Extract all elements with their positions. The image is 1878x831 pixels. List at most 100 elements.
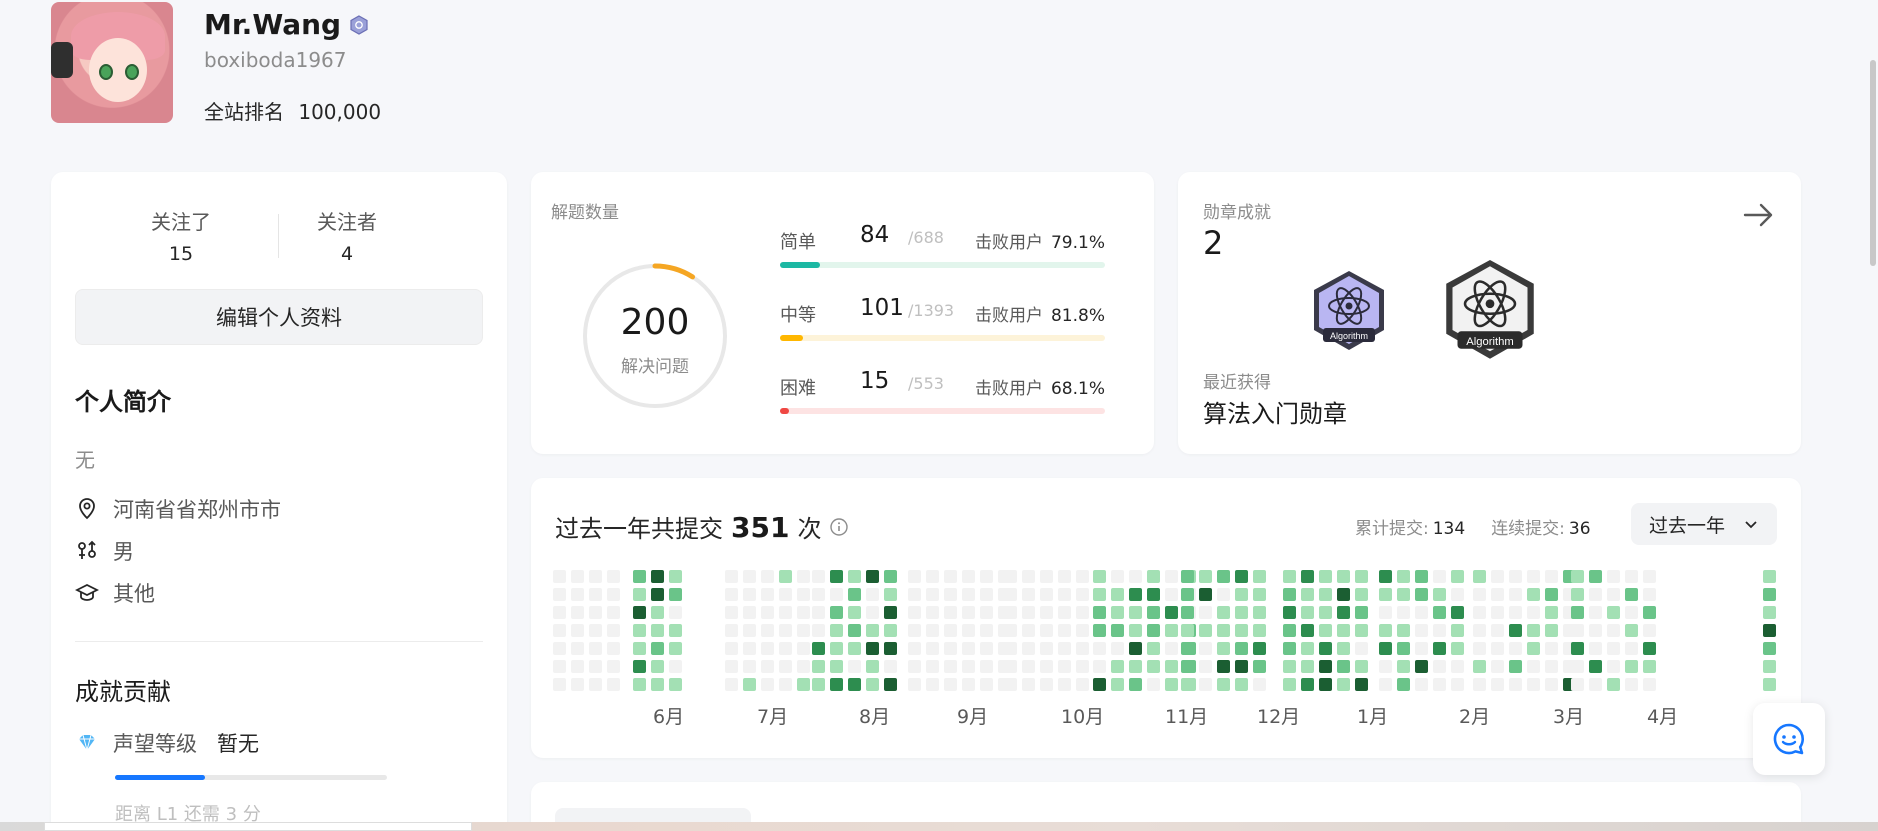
heatmap-cell[interactable] [866,570,879,583]
heatmap-cell[interactable] [589,642,602,655]
heatmap-cell[interactable] [1319,642,1332,655]
heatmap-cell[interactable] [1058,570,1071,583]
heatmap-cell[interactable] [1004,642,1017,655]
heatmap-cell[interactable] [944,588,957,601]
heatmap-cell[interactable] [1319,660,1332,673]
heatmap-cell[interactable] [1355,588,1368,601]
heatmap-cell[interactable] [1301,678,1314,691]
heatmap-cell[interactable] [884,642,897,655]
heatmap-cell[interactable] [1397,660,1410,673]
heatmap-cell[interactable] [1763,606,1776,619]
heatmap-cell[interactable] [926,588,939,601]
heatmap-cell[interactable] [1491,606,1504,619]
heatmap-cell[interactable] [866,678,879,691]
info-icon[interactable] [829,517,849,537]
heatmap-cell[interactable] [1147,624,1160,637]
heatmap-cell[interactable] [743,678,756,691]
heatmap-cell[interactable] [1129,606,1142,619]
heatmap-cell[interactable] [797,606,810,619]
heatmap-cell[interactable] [1527,606,1540,619]
heatmap-cell[interactable] [1607,570,1620,583]
heatmap-cell[interactable] [1491,660,1504,673]
heatmap-cell[interactable] [1337,624,1350,637]
heatmap-cell[interactable] [1217,624,1230,637]
heatmap-cell[interactable] [589,660,602,673]
heatmap-cell[interactable] [1527,678,1540,691]
heatmap-cell[interactable] [1451,642,1464,655]
submission-heatmap[interactable] [553,570,1783,698]
heatmap-cell[interactable] [1181,606,1194,619]
heatmap-cell[interactable] [1379,624,1392,637]
heatmap-cell[interactable] [1111,678,1124,691]
heatmap-cell[interactable] [1319,678,1332,691]
heatmap-cell[interactable] [1763,570,1776,583]
heatmap-cell[interactable] [1509,642,1522,655]
heatmap-cell[interactable] [571,570,584,583]
heatmap-cell[interactable] [812,624,825,637]
heatmap-cell[interactable] [761,588,774,601]
heatmap-cell[interactable] [1527,624,1540,637]
heatmap-cell[interactable] [1040,570,1053,583]
heatmap-cell[interactable] [797,678,810,691]
heatmap-cell[interactable] [797,660,810,673]
heatmap-cell[interactable] [553,588,566,601]
heatmap-cell[interactable] [1199,606,1212,619]
heatmap-cell[interactable] [607,588,620,601]
heatmap-cell[interactable] [1433,624,1446,637]
heatmap-cell[interactable] [1199,588,1212,601]
heatmap-cell[interactable] [1235,606,1248,619]
heatmap-cell[interactable] [1040,660,1053,673]
heatmap-cell[interactable] [1004,660,1017,673]
heatmap-cell[interactable] [1571,606,1584,619]
heatmap-cell[interactable] [1509,570,1522,583]
heatmap-cell[interactable] [866,660,879,673]
heatmap-cell[interactable] [866,642,879,655]
heatmap-cell[interactable] [1415,588,1428,601]
heatmap-cell[interactable] [725,678,738,691]
heatmap-cell[interactable] [1022,606,1035,619]
heatmap-cell[interactable] [1509,678,1522,691]
heatmap-cell[interactable] [1253,660,1266,673]
heatmap-cell[interactable] [553,570,566,583]
heatmap-cell[interactable] [1763,678,1776,691]
heatmap-cell[interactable] [1040,678,1053,691]
heatmap-cell[interactable] [1415,570,1428,583]
heatmap-cell[interactable] [553,642,566,655]
heatmap-cell[interactable] [1473,606,1486,619]
heatmap-cell[interactable] [1545,660,1558,673]
heatmap-cell[interactable] [553,678,566,691]
heatmap-cell[interactable] [830,642,843,655]
heatmap-cell[interactable] [669,660,682,673]
heatmap-cell[interactable] [797,570,810,583]
heatmap-cell[interactable] [1491,624,1504,637]
heatmap-cell[interactable] [1433,570,1446,583]
heatmap-cell[interactable] [1473,678,1486,691]
heatmap-cell[interactable] [1607,660,1620,673]
heatmap-cell[interactable] [1004,624,1017,637]
heatmap-cell[interactable] [1147,588,1160,601]
heatmap-cell[interactable] [908,624,921,637]
heatmap-cell[interactable] [1643,588,1656,601]
heatmap-cell[interactable] [1473,588,1486,601]
heatmap-cell[interactable] [1093,624,1106,637]
heatmap-cell[interactable] [1129,624,1142,637]
heatmap-cell[interactable] [1337,588,1350,601]
heatmap-cell[interactable] [812,660,825,673]
heatmap-cell[interactable] [1451,660,1464,673]
heatmap-cell[interactable] [761,660,774,673]
heatmap-cell[interactable] [1147,606,1160,619]
heatmap-cell[interactable] [553,606,566,619]
heatmap-cell[interactable] [980,660,993,673]
heatmap-cell[interactable] [1337,678,1350,691]
heatmap-cell[interactable] [962,660,975,673]
heatmap-cell[interactable] [926,624,939,637]
heatmap-cell[interactable] [1643,606,1656,619]
heatmap-cell[interactable] [797,588,810,601]
heatmap-cell[interactable] [1589,624,1602,637]
heatmap-cell[interactable] [797,642,810,655]
heatmap-cell[interactable] [725,624,738,637]
heatmap-cell[interactable] [743,588,756,601]
heatmap-cell[interactable] [571,588,584,601]
heatmap-cell[interactable] [725,642,738,655]
heatmap-cell[interactable] [1763,624,1776,637]
